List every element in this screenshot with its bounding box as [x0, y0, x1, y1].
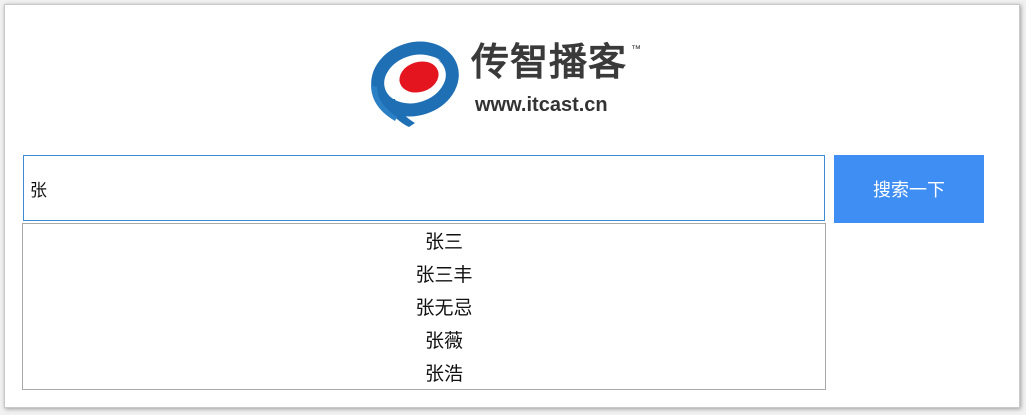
brand-logo: 传智播客 ™ www.itcast.cn [361, 41, 661, 131]
suggestion-item[interactable]: 张三 [63, 226, 825, 259]
brand-url: www.itcast.cn [475, 94, 608, 116]
search-input[interactable] [23, 155, 825, 221]
suggestion-item[interactable]: 张三丰 [63, 259, 825, 292]
page-frame: 传智播客 ™ www.itcast.cn 搜索一下 张三 张三丰 张无忌 张薇 … [4, 4, 1020, 408]
brand-name: 传智播客 [471, 40, 628, 84]
suggestion-item[interactable]: 张薇 [63, 325, 825, 358]
suggestion-item[interactable]: 张无忌 [63, 292, 825, 325]
suggestion-item[interactable]: 张浩 [63, 358, 825, 391]
itcast-logo-icon [371, 41, 459, 127]
suggestion-dropdown: 张三 张三丰 张无忌 张薇 张浩 [22, 223, 826, 390]
search-button[interactable]: 搜索一下 [834, 155, 984, 223]
trademark-symbol: ™ [631, 44, 641, 55]
